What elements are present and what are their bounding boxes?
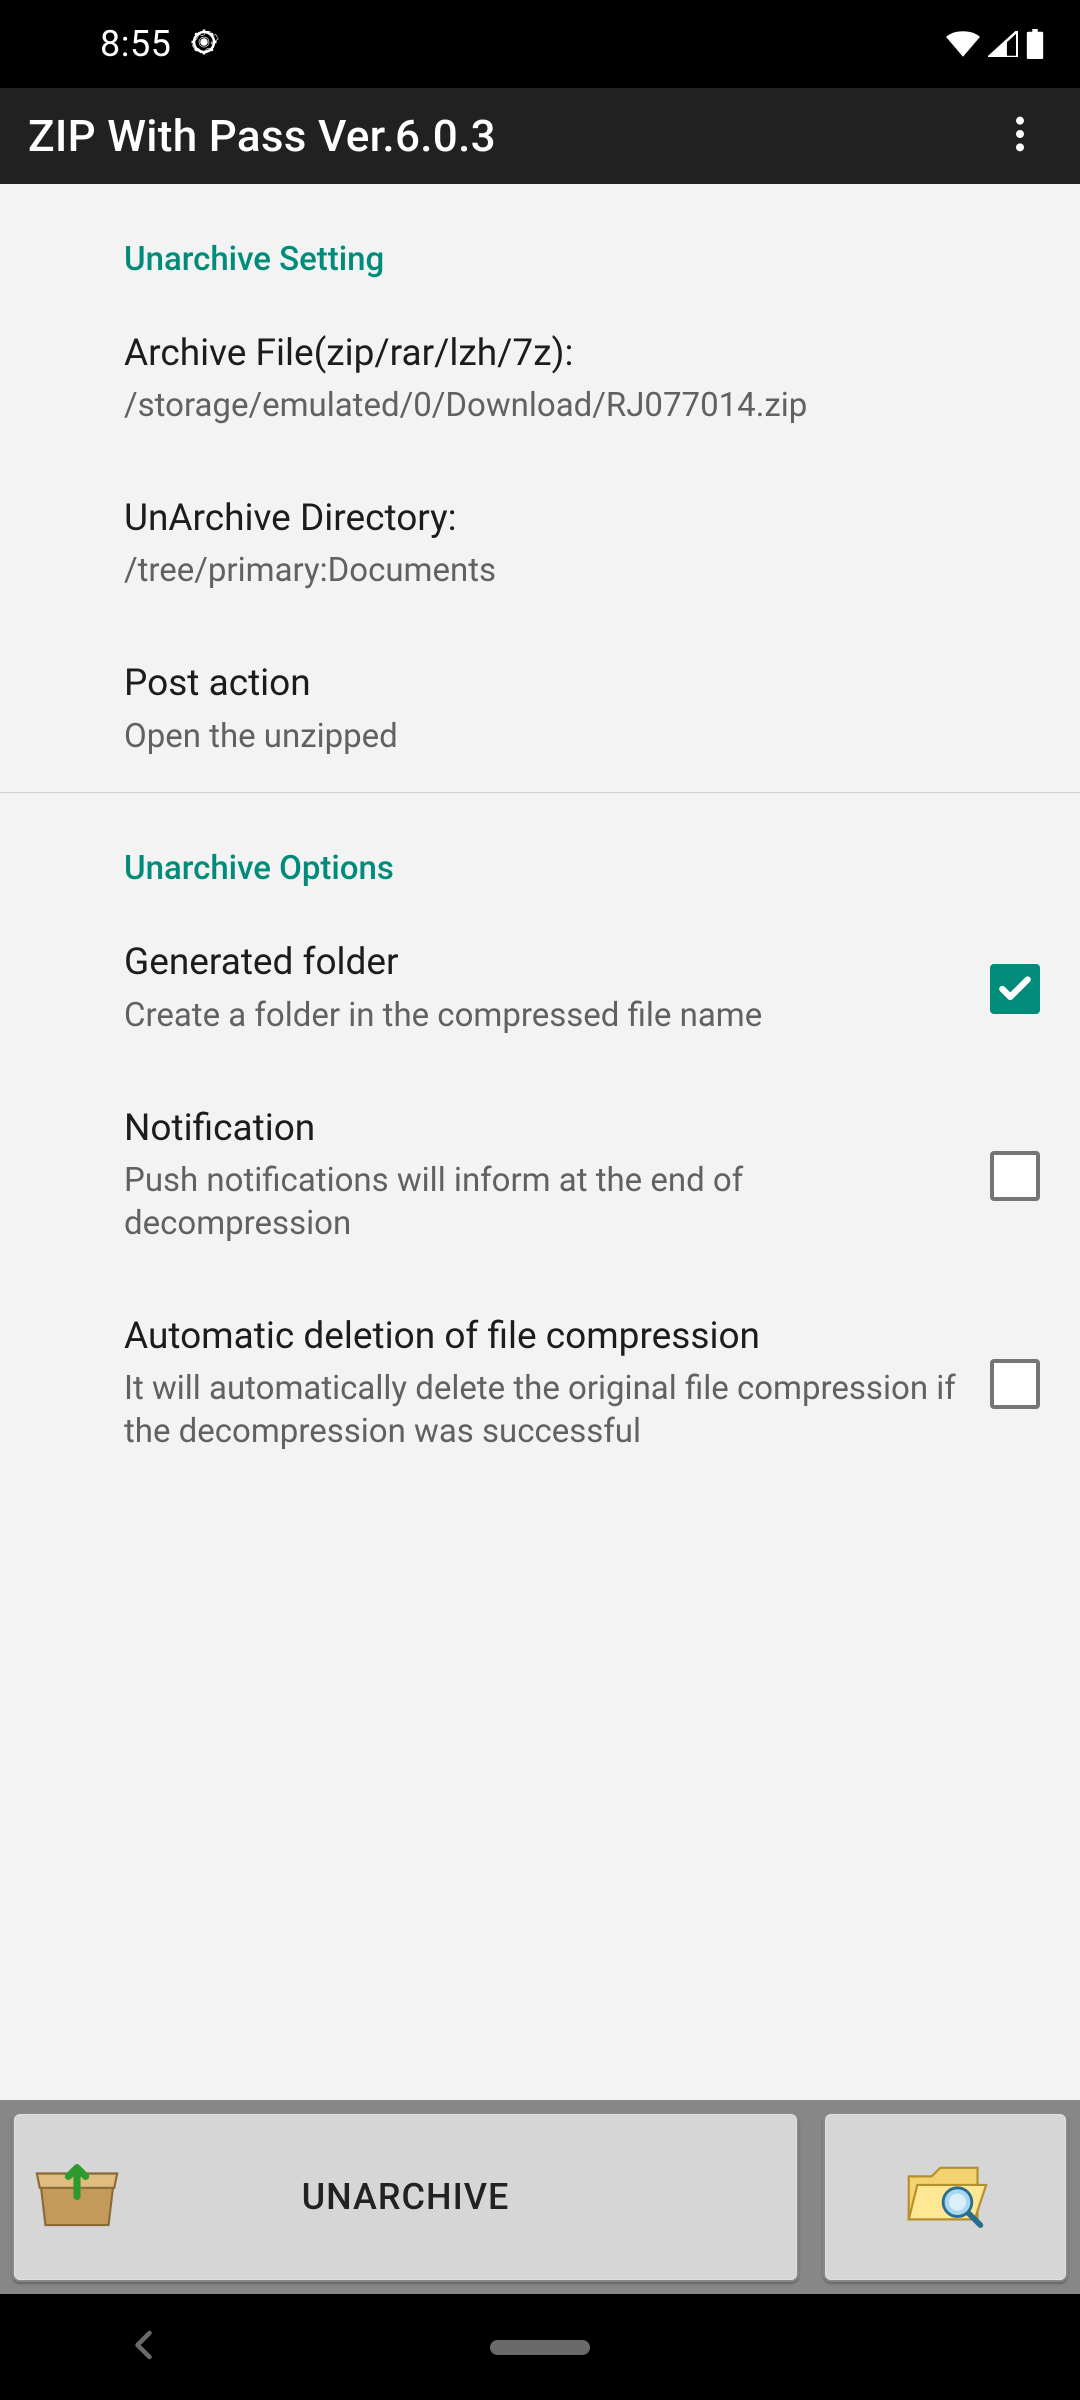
status-bar: 8:55 (0, 0, 1080, 88)
nav-home-handle[interactable] (490, 2340, 590, 2355)
auto-delete-label: Automatic deletion of file compression (124, 1314, 966, 1360)
box-extract-icon (34, 2159, 120, 2235)
unarchive-button-label: UNARCHIVE (302, 2176, 510, 2218)
setting-archive-file[interactable]: Archive File(zip/rar/lzh/7z): /storage/e… (0, 297, 1080, 462)
section-header-unarchive-setting: Unarchive Setting (0, 184, 1080, 297)
nav-back-button[interactable] (130, 2330, 154, 2364)
setting-notification[interactable]: Notification Push notifications will inf… (0, 1072, 1080, 1280)
more-vert-icon (1016, 116, 1024, 156)
post-action-label: Post action (124, 661, 1040, 707)
app-title: ZIP With Pass Ver.6.0.3 (28, 110, 496, 162)
generated-folder-label: Generated folder (124, 940, 966, 986)
battery-icon (1026, 29, 1044, 59)
signal-icon (988, 31, 1018, 57)
setting-post-action[interactable]: Post action Open the unzipped (0, 627, 1080, 792)
folder-search-icon (903, 2159, 989, 2235)
auto-delete-desc: It will automatically delete the origina… (124, 1368, 966, 1454)
app-bar: ZIP With Pass Ver.6.0.3 (0, 88, 1080, 184)
notification-checkbox[interactable] (990, 1151, 1040, 1201)
section-header-unarchive-options: Unarchive Options (0, 793, 1080, 906)
unarchive-button[interactable]: UNARCHIVE (12, 2112, 799, 2282)
post-action-value: Open the unzipped (124, 716, 1040, 759)
bottom-action-bar: UNARCHIVE (0, 2100, 1080, 2294)
wifi-icon (946, 31, 980, 57)
chevron-left-icon (130, 2330, 154, 2360)
status-left: 8:55 (100, 23, 219, 65)
status-right (946, 29, 1044, 59)
setting-auto-delete[interactable]: Automatic deletion of file compression I… (0, 1280, 1080, 1488)
generated-folder-desc: Create a folder in the compressed file n… (124, 995, 966, 1038)
unarchive-dir-label: UnArchive Directory: (124, 496, 1040, 542)
system-nav-bar (0, 2294, 1080, 2400)
setting-unarchive-directory[interactable]: UnArchive Directory: /tree/primary:Docum… (0, 462, 1080, 627)
archive-file-label: Archive File(zip/rar/lzh/7z): (124, 331, 1040, 377)
overflow-menu-button[interactable] (992, 108, 1048, 164)
gear-icon (189, 27, 219, 61)
settings-content: Unarchive Setting Archive File(zip/rar/l… (0, 184, 1080, 2100)
unarchive-dir-value: /tree/primary:Documents (124, 550, 1040, 593)
archive-file-value: /storage/emulated/0/Download/RJ077014.zi… (124, 385, 1040, 428)
status-time: 8:55 (100, 23, 171, 65)
generated-folder-checkbox[interactable] (990, 964, 1040, 1014)
notification-desc: Push notifications will inform at the en… (124, 1160, 966, 1246)
auto-delete-checkbox[interactable] (990, 1359, 1040, 1409)
setting-generated-folder[interactable]: Generated folder Create a folder in the … (0, 906, 1080, 1071)
browse-folder-button[interactable] (823, 2112, 1068, 2282)
notification-label: Notification (124, 1106, 966, 1152)
